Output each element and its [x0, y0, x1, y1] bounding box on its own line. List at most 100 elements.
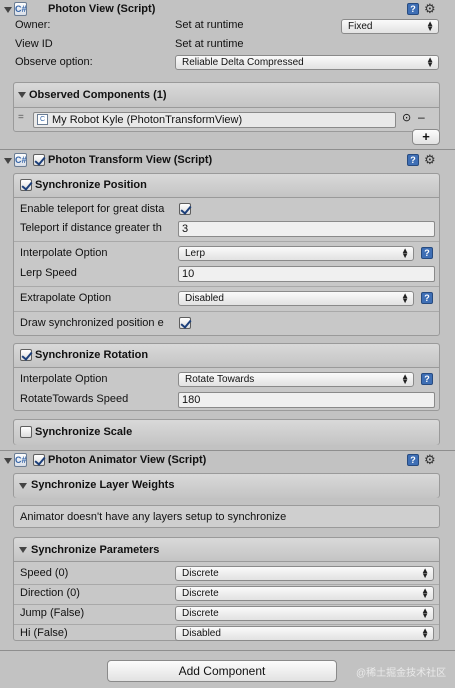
- animator-view-enabled-checkbox[interactable]: [33, 454, 45, 466]
- extrapolate-dropdown[interactable]: Disabled ▲ ▼: [178, 291, 414, 306]
- foldout-arrow-icon[interactable]: [4, 458, 12, 464]
- script-icon: C#: [14, 153, 27, 167]
- parameter-mode-value: Discrete: [182, 588, 219, 599]
- help-icon[interactable]: ?: [407, 154, 419, 166]
- rotate-towards-speed-label: RotateTowards Speed: [20, 393, 129, 405]
- script-icon: C: [37, 114, 48, 125]
- dropdown-arrow-icon: ▲ ▼: [421, 566, 429, 580]
- foldout-arrow-icon[interactable]: [4, 158, 12, 164]
- help-icon[interactable]: ?: [421, 373, 433, 385]
- owner-label: Owner:: [15, 19, 51, 31]
- extrapolate-value: Disabled: [185, 293, 224, 304]
- synchronize-rotation-title: Synchronize Rotation: [35, 349, 149, 361]
- transform-view-header[interactable]: C# Photon Transform View (Script) ? ⚙: [0, 151, 455, 171]
- animator-view-header[interactable]: C# Photon Animator View (Script) ? ⚙: [0, 451, 455, 471]
- foldout-arrow-icon[interactable]: [4, 7, 12, 13]
- owner-option-value: Fixed: [348, 21, 373, 32]
- synchronize-position-title: Synchronize Position: [35, 179, 147, 191]
- parameters-header[interactable]: Synchronize Parameters: [14, 538, 439, 562]
- teleport-distance-label: Teleport if distance greater th: [20, 222, 162, 234]
- divider: [14, 624, 439, 625]
- dropdown-arrow-icon: ▲ ▼: [401, 246, 409, 260]
- synchronize-position-header[interactable]: Synchronize Position: [14, 174, 439, 198]
- remove-item-button[interactable]: –: [418, 110, 425, 124]
- transform-view-enabled-checkbox[interactable]: [33, 154, 45, 166]
- photon-view-header[interactable]: C# Photon View (Script) ? ⚙: [0, 0, 455, 20]
- synchronize-rotation-checkbox[interactable]: [20, 349, 32, 361]
- draw-synchronized-label: Draw synchronized position e: [20, 317, 164, 329]
- transform-view-title: Photon Transform View (Script): [48, 154, 213, 166]
- observed-component-field[interactable]: C My Robot Kyle (PhotonTransformView): [33, 112, 396, 128]
- parameter-label: Jump (False): [20, 607, 85, 619]
- foldout-arrow-icon[interactable]: [19, 483, 27, 489]
- teleport-distance-field[interactable]: 3: [178, 221, 435, 237]
- gear-icon[interactable]: ⚙: [424, 153, 436, 166]
- script-icon: C#: [14, 2, 27, 16]
- synchronize-rotation-header[interactable]: Synchronize Rotation: [14, 344, 439, 368]
- synchronize-scale-checkbox[interactable]: [20, 426, 32, 438]
- dropdown-arrow-icon: ▲ ▼: [426, 55, 434, 69]
- help-icon[interactable]: ?: [421, 292, 433, 304]
- position-interpolate-dropdown[interactable]: Lerp ▲ ▼: [178, 246, 414, 261]
- divider: [14, 311, 439, 312]
- rotate-towards-speed-field[interactable]: 180: [178, 392, 435, 408]
- script-icon: C#: [14, 453, 27, 467]
- parameter-label: Speed (0): [20, 567, 69, 579]
- layer-weights-header[interactable]: Synchronize Layer Weights: [14, 474, 439, 498]
- layers-message-box: Animator doesn't have any layers setup t…: [13, 505, 440, 528]
- owner-value: Set at runtime: [175, 19, 244, 31]
- parameters-group: Synchronize Parameters Speed (0) Discret…: [13, 537, 440, 641]
- foldout-arrow-icon[interactable]: [19, 547, 27, 553]
- add-component-button[interactable]: Add Component: [107, 660, 337, 682]
- synchronize-rotation-group: Synchronize Rotation Interpolate Option …: [13, 343, 440, 411]
- layer-weights-title: Synchronize Layer Weights: [31, 479, 175, 491]
- parameter-mode-value: Discrete: [182, 568, 219, 579]
- help-icon[interactable]: ?: [421, 247, 433, 259]
- rotation-interpolate-label: Interpolate Option: [20, 373, 108, 385]
- help-icon[interactable]: ?: [407, 454, 419, 466]
- foldout-arrow-icon[interactable]: [18, 92, 26, 98]
- rotation-interpolate-value: Rotate Towards: [185, 374, 255, 385]
- position-interpolate-value: Lerp: [185, 248, 206, 259]
- parameter-mode-value: Discrete: [182, 608, 219, 619]
- observed-component-value: My Robot Kyle (PhotonTransformView): [52, 114, 243, 126]
- parameter-mode-dropdown[interactable]: Discrete ▲ ▼: [175, 586, 434, 601]
- object-picker-icon[interactable]: ⊙: [402, 111, 411, 124]
- gear-icon[interactable]: ⚙: [424, 2, 436, 15]
- animator-view-title: Photon Animator View (Script): [48, 454, 207, 466]
- parameter-mode-dropdown[interactable]: Discrete ▲ ▼: [175, 606, 434, 621]
- teleport-enable-checkbox[interactable]: [179, 203, 191, 215]
- add-observed-button[interactable]: +: [412, 129, 440, 145]
- component-divider: [0, 650, 455, 651]
- layer-weights-group: Synchronize Layer Weights: [13, 473, 440, 498]
- help-icon[interactable]: ?: [407, 3, 419, 15]
- draw-synchronized-checkbox[interactable]: [179, 317, 191, 329]
- synchronize-scale-header[interactable]: Synchronize Scale: [14, 420, 439, 445]
- lerp-speed-field[interactable]: 10: [178, 266, 435, 282]
- observe-option-dropdown[interactable]: Reliable Delta Compressed ▲ ▼: [175, 55, 439, 70]
- parameters-title: Synchronize Parameters: [31, 544, 160, 556]
- parameter-mode-dropdown[interactable]: Disabled ▲ ▼: [175, 626, 434, 641]
- observe-option-value: Reliable Delta Compressed: [182, 57, 304, 68]
- watermark: @稀土掘金技术社区: [356, 668, 447, 679]
- synchronize-position-checkbox[interactable]: [20, 179, 32, 191]
- view-id-value: Set at runtime: [175, 38, 244, 50]
- gear-icon[interactable]: ⚙: [424, 453, 436, 466]
- drag-handle-icon[interactable]: =: [18, 112, 24, 123]
- dropdown-arrow-icon: ▲ ▼: [421, 626, 429, 640]
- rotation-interpolate-dropdown[interactable]: Rotate Towards ▲ ▼: [178, 372, 414, 387]
- photon-view-title: Photon View (Script): [48, 3, 156, 15]
- owner-option-dropdown[interactable]: Fixed ▲ ▼: [341, 19, 439, 34]
- observed-components-header[interactable]: Observed Components (1): [14, 83, 439, 108]
- interpolate-option-label: Interpolate Option: [20, 247, 108, 259]
- synchronize-position-group: Synchronize Position Enable teleport for…: [13, 173, 440, 336]
- dropdown-arrow-icon: ▲ ▼: [401, 372, 409, 386]
- divider: [14, 604, 439, 605]
- parameter-label: Direction (0): [20, 587, 80, 599]
- view-id-label: View ID: [15, 38, 53, 50]
- synchronize-scale-group: Synchronize Scale: [13, 419, 440, 445]
- parameter-label: Hi (False): [20, 627, 68, 639]
- parameter-mode-dropdown[interactable]: Discrete ▲ ▼: [175, 566, 434, 581]
- divider: [14, 241, 439, 242]
- parameter-mode-value: Disabled: [182, 628, 221, 639]
